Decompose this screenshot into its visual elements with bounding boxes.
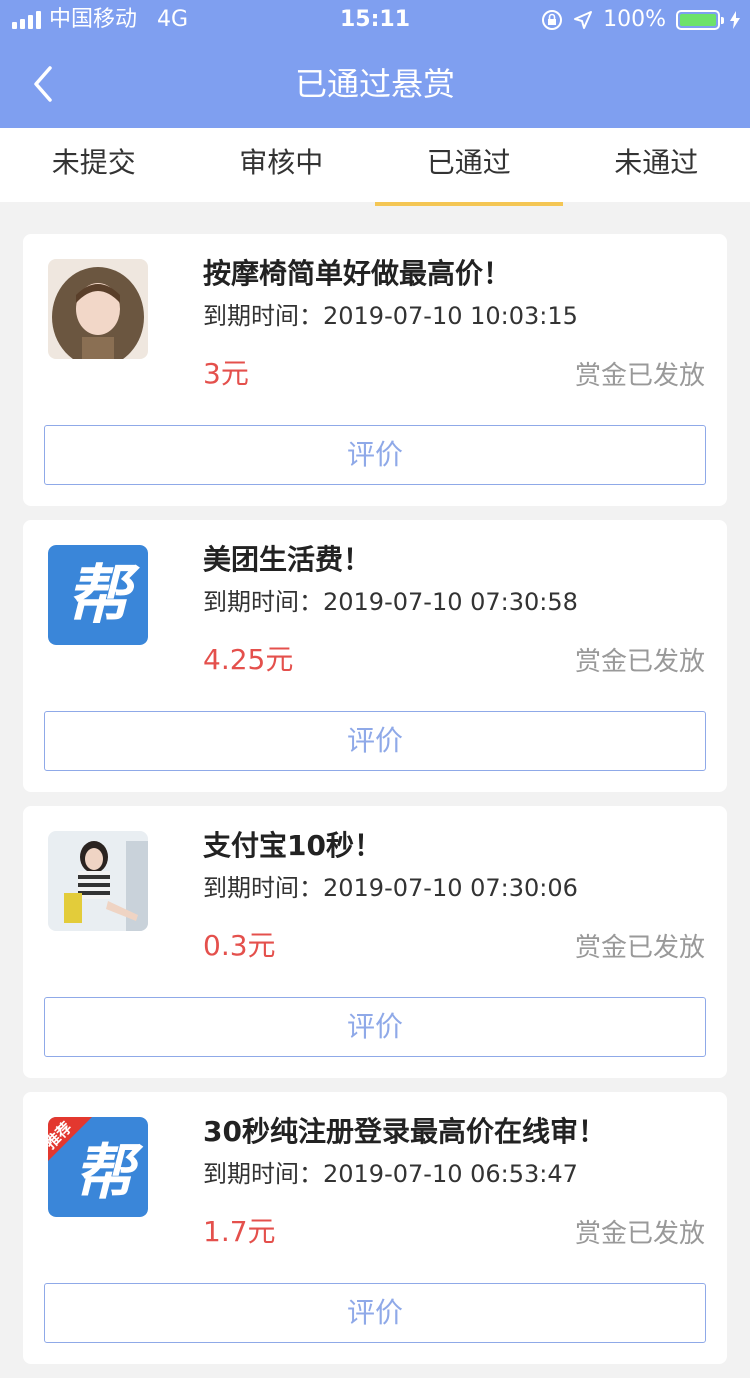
task-expire: 到期时间：2019-07-10 06:53:47 — [203, 1156, 578, 1192]
location-icon — [573, 10, 593, 30]
task-card[interactable]: 按摩椅简单好做最高价！ 到期时间：2019-07-10 10:03:15 3元 … — [23, 234, 727, 506]
svg-text:帮: 帮 — [66, 559, 140, 633]
bang-recommend-logo-icon: 帮 推荐 — [48, 1117, 148, 1217]
task-card[interactable]: 帮 推荐 30秒纯注册登录最高价在线审！ 到期时间：2019-07-10 06:… — [23, 1092, 727, 1364]
tab-rejected[interactable]: 未通过 — [563, 128, 750, 202]
task-thumbnail-photo — [48, 259, 148, 359]
tab-reviewing[interactable]: 审核中 — [188, 128, 376, 202]
reward-status: 赏金已发放 — [575, 1214, 705, 1254]
page-title: 已通过悬赏 — [0, 60, 750, 108]
task-card[interactable]: 支付宝10秒！ 到期时间：2019-07-10 07:30:06 0.3元 赏金… — [23, 806, 727, 1078]
task-list: 按摩椅简单好做最高价！ 到期时间：2019-07-10 10:03:15 3元 … — [23, 234, 727, 1378]
expire-label: 到期时间： — [203, 588, 323, 616]
tab-approved[interactable]: 已通过 — [375, 128, 563, 202]
expire-time: 2019-07-10 06:53:47 — [323, 1160, 578, 1188]
bang-logo-icon: 帮 — [48, 545, 148, 645]
status-bar: 中国移动 4G 15:11 100% — [0, 0, 750, 40]
task-title: 支付宝10秒！ — [203, 826, 382, 866]
reward-status: 赏金已发放 — [575, 642, 705, 682]
reward-status: 赏金已发放 — [575, 356, 705, 396]
rate-button[interactable]: 评价 — [44, 997, 706, 1057]
expire-time: 2019-07-10 07:30:06 — [323, 874, 578, 902]
battery-percent: 100% — [603, 0, 666, 40]
status-tabs: 未提交 审核中 已通过 未通过 — [0, 128, 750, 202]
svg-text:帮: 帮 — [74, 1138, 144, 1208]
app-header: 中国移动 4G 15:11 100% 已通 — [0, 0, 750, 128]
task-price: 0.3元 — [203, 926, 276, 966]
expire-time: 2019-07-10 07:30:58 — [323, 588, 578, 616]
expire-label: 到期时间： — [203, 1160, 323, 1188]
rate-button[interactable]: 评价 — [44, 711, 706, 771]
expire-label: 到期时间： — [203, 302, 323, 330]
task-expire: 到期时间：2019-07-10 07:30:58 — [203, 584, 578, 620]
rotation-lock-icon — [541, 9, 563, 31]
task-price: 1.7元 — [203, 1212, 276, 1252]
charging-icon — [730, 11, 740, 29]
task-price: 3元 — [203, 354, 249, 394]
task-title: 30秒纯注册登录最高价在线审！ — [203, 1112, 606, 1152]
expire-time: 2019-07-10 10:03:15 — [323, 302, 578, 330]
task-expire: 到期时间：2019-07-10 10:03:15 — [203, 298, 578, 334]
task-card[interactable]: 帮 美团生活费！ 到期时间：2019-07-10 07:30:58 4.25元 … — [23, 520, 727, 792]
task-expire: 到期时间：2019-07-10 07:30:06 — [203, 870, 578, 906]
tab-unsubmitted[interactable]: 未提交 — [0, 128, 188, 202]
task-price: 4.25元 — [203, 640, 293, 680]
reward-status: 赏金已发放 — [575, 928, 705, 968]
task-thumbnail-photo — [48, 831, 148, 931]
battery-icon — [676, 10, 720, 30]
task-title: 美团生活费！ — [203, 540, 371, 580]
rate-button[interactable]: 评价 — [44, 1283, 706, 1343]
status-right: 100% — [541, 0, 740, 40]
task-title: 按摩椅简单好做最高价！ — [203, 254, 511, 294]
rate-button[interactable]: 评价 — [44, 425, 706, 485]
expire-label: 到期时间： — [203, 874, 323, 902]
